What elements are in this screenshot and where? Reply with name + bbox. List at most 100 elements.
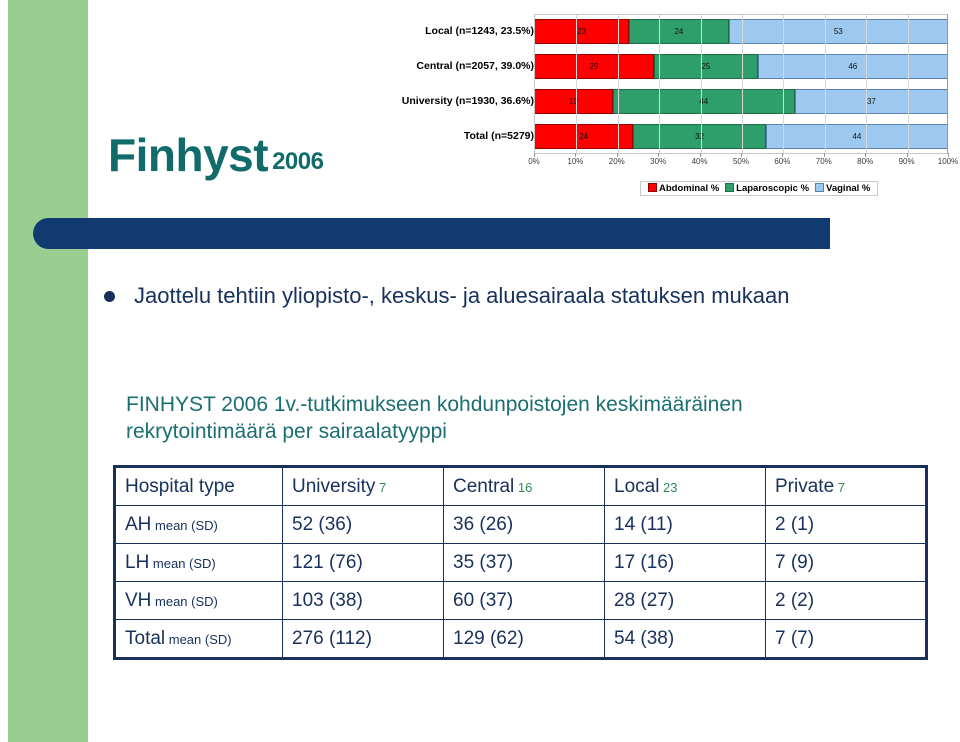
chart-bar-row: University (n=1930, 36.6%) 19 44 37 (388, 84, 953, 119)
chart-x-tick-label: 30% (650, 157, 667, 166)
table-header-cell: Hospital type (114, 466, 283, 506)
table-row: VH mean (SD) 103 (38) 60 (37) 28 (27) 2 (2) (114, 581, 927, 620)
chart-bar-segment-laparoscopic: 32 (633, 124, 766, 149)
table-cell: 14 (11) (604, 505, 766, 544)
green-side-panel (8, 0, 88, 742)
table-header-cell: University 7 (282, 466, 444, 506)
chart-category-label: Local (n=1243, 23.5%) (425, 25, 534, 37)
table-cell: 35 (37) (443, 543, 605, 582)
table-header-row: Hospital type University 7 Central 16 Local… (114, 466, 927, 506)
chart-legend-item: Vaginal % (815, 183, 870, 194)
chart-bar-track: 24 32 44 (534, 124, 948, 149)
chart-x-tick-label: 0% (528, 157, 540, 166)
table-row-label: Total mean (SD) (114, 619, 283, 659)
chart-category-label: University (n=1930, 36.6%) (401, 95, 534, 107)
table-row-label: VH mean (SD) (114, 581, 283, 620)
table-cell: 54 (38) (604, 619, 766, 659)
table-header-label: Local (614, 475, 660, 497)
chart-bar-row: Local (n=1243, 23.5%) 23 24 53 (388, 14, 953, 49)
table-cell: 121 (76) (282, 543, 444, 582)
table-cell: 28 (27) (604, 581, 766, 620)
chart-bar-segment-vaginal: 53 (728, 19, 948, 44)
chart-x-tick-label: 40% (691, 157, 708, 166)
chart-bar-track: 19 44 37 (534, 89, 948, 114)
table-cell: 2 (2) (765, 581, 927, 620)
table-cell: 52 (36) (282, 505, 444, 544)
chart-legend-label: Laparoscopic % (736, 183, 810, 194)
chart-legend-swatch (725, 183, 735, 192)
table-row-statistic: mean (SD) (151, 517, 218, 533)
chart-bar-segment-vaginal: 37 (794, 89, 948, 114)
chart-bar-segment-vaginal: 46 (757, 54, 948, 79)
table-row-statistic: mean (SD) (151, 593, 218, 609)
table-cell: 17 (16) (604, 543, 766, 582)
bullet-item-label: Jaottelu tehtiin yliopisto-, keskus- ja … (134, 283, 790, 308)
table-row-name: AH (125, 513, 152, 535)
chart-x-axis: 0% 10% 20% 30% 40% 50% 60% 70% 80% 90% 100% (528, 153, 958, 171)
chart-x-tick-label: 80% (857, 157, 874, 166)
page-title-main: Finhyst (108, 129, 269, 181)
table-header-cell: Local 23 (604, 466, 766, 506)
chart-category-label: Central (n=2057, 39.0%) (416, 60, 534, 72)
chart-legend: Abdominal % Laparoscopic % Vaginal % (640, 181, 879, 196)
table-header-label: University (292, 475, 376, 497)
chart-bar-segment-laparoscopic: 44 (612, 89, 795, 114)
page-title: Finhyst 2006 (108, 128, 324, 182)
chart-x-tick-label: 100% (937, 157, 959, 166)
table-row: AH mean (SD) 52 (36) 36 (26) 14 (11) 2 (1) (114, 505, 927, 544)
table-header-label: Central (453, 475, 515, 497)
table-cell: 103 (38) (282, 581, 444, 620)
table-row-name: Total (125, 627, 166, 649)
chart-legend-item: Laparoscopic % (725, 183, 809, 194)
bullet-dot-icon (104, 290, 115, 302)
table-row-label: LH mean (SD) (114, 543, 283, 582)
recruitment-table: Hospital type University 7 Central 16 Local… (113, 465, 928, 660)
bullet-item: Jaottelu tehtiin yliopisto-, keskus- ja … (104, 283, 924, 309)
chart-bar-segment-abdominal: 29 (534, 54, 655, 79)
chart-bar-segment-vaginal: 44 (765, 124, 948, 149)
table-row-statistic: mean (SD) (149, 555, 216, 571)
table-row-name: LH (125, 551, 150, 573)
table-row: Total mean (SD) 276 (112) 129 (62) 54 (38) 7… (114, 619, 927, 659)
table-row-name: VH (125, 589, 152, 611)
chart-bar-row: Central (n=2057, 39.0%) 29 25 46 (388, 49, 953, 84)
table-header-label: Private (775, 475, 835, 497)
table-header-count: 23 (659, 479, 678, 495)
page-title-year: 2006 (272, 148, 324, 175)
section-heading: FINHYST 2006 1v.-tutkimukseen kohdunpois… (126, 393, 743, 443)
table-header-count: 16 (514, 479, 533, 495)
chart-x-tick-label: 90% (898, 157, 915, 166)
table-cell: 129 (62) (443, 619, 605, 659)
chart-plot-rows: Local (n=1243, 23.5%) 23 24 53 Central (n=20… (388, 14, 953, 154)
table-cell: 60 (37) (443, 581, 605, 620)
chart-legend-swatch (648, 183, 657, 192)
chart-bar-segment-laparoscopic: 25 (654, 54, 758, 79)
chart-x-tick-label: 10% (567, 157, 584, 166)
chart-legend-item: Abdominal % (648, 183, 719, 194)
table-cell: 36 (26) (443, 505, 605, 544)
table-row: LH mean (SD) 121 (76) 35 (37) 17 (16) 7 (9) (114, 543, 927, 582)
chart-x-tick-label: 60% (774, 157, 791, 166)
chart-bar-track: 23 24 53 (534, 19, 948, 44)
chart-x-tick-label: 20% (608, 157, 625, 166)
chart-legend-swatch (815, 183, 825, 192)
table-header-cell: Central 16 (443, 466, 605, 506)
chart-bar-row: Total (n=5279) 24 32 44 (388, 119, 953, 154)
navy-accent-bar (33, 218, 830, 249)
table-cell: 7 (9) (765, 543, 927, 582)
chart-legend-label: Vaginal % (826, 183, 871, 194)
table-cell: 7 (7) (765, 619, 927, 659)
table-header-cell: Private 7 (765, 466, 927, 506)
table-cell: 276 (112) (282, 619, 444, 659)
chart-bar-track: 29 25 46 (534, 54, 948, 79)
table-header-count: 7 (375, 479, 387, 495)
chart-bar-segment-abdominal: 19 (534, 89, 613, 114)
chart-legend-label: Abdominal % (659, 183, 720, 194)
chart-bar-segment-abdominal: 24 (534, 124, 634, 149)
chart-bar-segment-laparoscopic: 24 (629, 19, 729, 44)
table-header-label: Hospital type (125, 475, 235, 497)
table-header-count: 7 (834, 479, 845, 495)
chart-x-tick-label: 50% (732, 157, 749, 166)
table-row-label: AH mean (SD) (114, 505, 283, 544)
table-cell: 2 (1) (765, 505, 927, 544)
